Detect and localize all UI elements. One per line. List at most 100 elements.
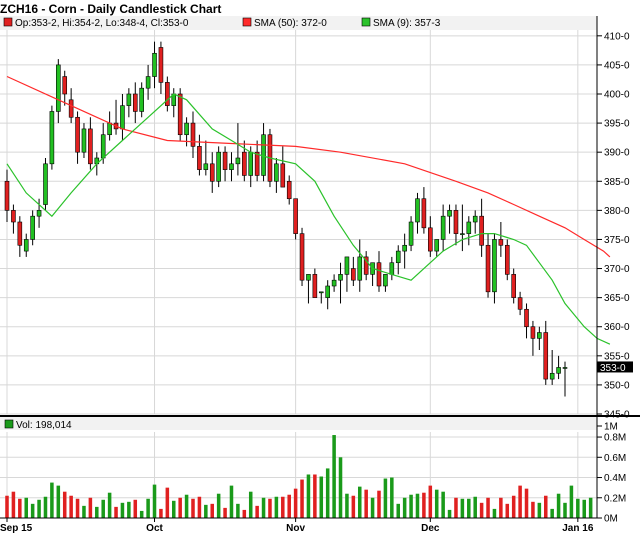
candle-body <box>43 163 48 205</box>
candle <box>235 123 241 176</box>
candle-body <box>543 332 549 380</box>
volume-bar <box>345 493 349 518</box>
candle <box>75 111 80 164</box>
x-tick-label: Oct <box>146 523 163 534</box>
candle-body <box>17 221 23 246</box>
volume-legend-bar <box>0 417 597 430</box>
price-tick-label: 405-0 <box>604 60 630 71</box>
volume-bar <box>274 496 279 518</box>
candle <box>421 187 427 234</box>
volume-bar <box>300 479 304 518</box>
candle <box>460 204 465 252</box>
price-tick-label: 400-0 <box>604 90 630 101</box>
candle-body <box>351 268 356 281</box>
volume-bar <box>325 468 330 518</box>
x-tick-label: Jan 16 <box>562 523 594 534</box>
candle-body <box>357 256 363 281</box>
candle-body <box>408 221 414 246</box>
candle-body <box>537 332 542 339</box>
candle-body <box>62 76 68 95</box>
volume-bar <box>441 491 445 518</box>
volume-bar <box>383 478 388 518</box>
volume-bar <box>582 499 587 518</box>
candle-body <box>562 367 568 369</box>
volume-bar <box>537 502 542 518</box>
candle-body <box>466 221 472 234</box>
volume-bar <box>396 503 401 518</box>
candle-body <box>36 210 42 217</box>
candle <box>415 192 420 234</box>
candle <box>562 361 568 397</box>
volume-bar <box>531 501 535 518</box>
volume-bar <box>287 494 291 518</box>
candlestick-chart: ZCH16 - Corn - Daily Candlestick Chart O… <box>0 2 640 534</box>
candle <box>152 41 157 89</box>
volume-bar <box>139 510 144 518</box>
candle <box>312 268 318 298</box>
candle-body <box>190 122 196 147</box>
candle <box>402 233 407 269</box>
candle <box>408 216 414 252</box>
candle-body <box>177 93 183 136</box>
volume-bar <box>415 493 420 518</box>
candle <box>56 59 61 124</box>
volume-bar <box>467 498 471 518</box>
volume-bar <box>236 503 240 518</box>
candle-body <box>100 134 106 159</box>
volume-bar <box>319 476 324 518</box>
volume-bar <box>338 457 343 518</box>
volume-bar <box>146 498 150 518</box>
volume-bar <box>43 496 48 518</box>
candle <box>229 152 234 182</box>
volume-tick-label: 0.8M <box>604 433 626 444</box>
candle-body <box>383 274 388 287</box>
price-tick-label: 355-0 <box>604 351 630 362</box>
candle <box>447 204 452 234</box>
volume-bar <box>223 507 227 518</box>
candle <box>293 198 298 240</box>
volume-bar <box>454 497 458 518</box>
candle <box>274 158 279 193</box>
candle-body <box>4 180 10 211</box>
price-tick-label: 350-0 <box>604 380 630 391</box>
candle <box>363 251 369 281</box>
volume-bar <box>332 435 336 518</box>
ohlc-legend-label: Op:353-2, Hi:354-2, Lo:348-4, Cl:353-0 <box>15 18 189 29</box>
candle <box>472 210 478 234</box>
candle-body <box>222 151 228 170</box>
candle <box>107 111 112 141</box>
volume-bar <box>101 499 105 518</box>
candle-body <box>120 105 125 130</box>
volume-bar <box>351 495 356 518</box>
candle-body <box>56 64 61 112</box>
candle <box>203 140 209 176</box>
candle-body <box>132 93 138 112</box>
volume-bar <box>178 497 182 518</box>
candle-body <box>286 180 292 200</box>
volume-bar <box>11 491 16 518</box>
volume-bar <box>75 498 80 518</box>
candle-body <box>88 128 93 165</box>
price-tick-label: 385-0 <box>604 177 630 188</box>
candle-body <box>460 233 465 235</box>
candle-body <box>389 262 395 275</box>
candle <box>466 216 472 246</box>
candle-body <box>203 163 209 170</box>
volume-bar <box>499 497 503 518</box>
candle-body <box>280 163 286 188</box>
candle <box>4 169 10 222</box>
candle-body <box>517 297 523 310</box>
volume-bar <box>133 499 138 518</box>
price-tick-label: 395-0 <box>604 119 630 130</box>
volume-legend-label: Vol: 198,014 <box>16 420 72 431</box>
volume-bar <box>588 497 593 518</box>
candle-body <box>107 122 112 136</box>
candle-body <box>254 151 260 176</box>
chart-title: ZCH16 - Corn - Daily Candlestick Chart <box>0 2 221 16</box>
candle <box>88 117 93 170</box>
volume-bar <box>576 498 580 518</box>
candle-body <box>145 76 151 89</box>
candle-body <box>331 279 337 287</box>
volume-bar <box>191 498 195 518</box>
candle <box>357 239 363 292</box>
